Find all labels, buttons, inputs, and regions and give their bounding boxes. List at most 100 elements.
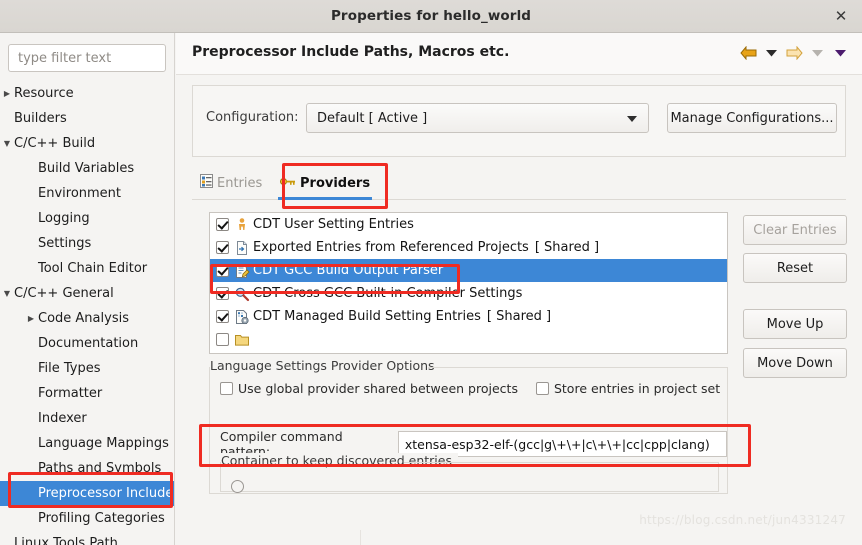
sidebar-item-logging[interactable]: Logging: [0, 206, 174, 231]
sidebar-item-label: Builders: [14, 111, 67, 126]
more-menu-chevron-down-icon[interactable]: [830, 42, 850, 64]
sidebar-item-build-variables[interactable]: Build Variables: [0, 156, 174, 181]
back-arrow-icon[interactable]: [738, 42, 758, 64]
sidebar-item-tool-chain-editor[interactable]: Tool Chain Editor: [0, 256, 174, 281]
provider-row[interactable]: CDT Cross GCC Built-in Compiler Settings: [210, 282, 727, 305]
chevron-down-icon: [627, 116, 637, 122]
sidebar-item-label: Formatter: [38, 386, 103, 401]
provider-row[interactable]: [210, 328, 727, 351]
options-checkbox-row: Use global provider shared between proje…: [220, 381, 720, 396]
folder-icon: [234, 332, 250, 348]
sidebar-item-label: C/C++ General: [14, 286, 114, 301]
tab-entries[interactable]: Entries: [192, 166, 270, 200]
provider-row[interactable]: CDT User Setting Entries: [210, 213, 727, 236]
provider-checkbox[interactable]: [216, 287, 229, 300]
provider-row[interactable]: CDT GCC Build Output Parser: [210, 259, 727, 282]
provider-checkbox[interactable]: [216, 241, 229, 254]
page-bottom-frame: [360, 530, 862, 545]
sidebar-item-paths-and-symbols[interactable]: Paths and Symbols: [0, 456, 174, 481]
chevron-right-icon[interactable]: ▶: [25, 313, 37, 325]
manage-configurations-button[interactable]: Manage Configurations...: [667, 103, 837, 133]
sidebar-item-preprocessor-include[interactable]: Preprocessor Include: [0, 481, 174, 506]
store-entries-checkbox[interactable]: [535, 382, 549, 395]
sidebar-item-code-analysis[interactable]: ▶ Code Analysis: [0, 306, 174, 331]
configuration-select[interactable]: Default [ Active ]: [306, 103, 649, 133]
provider-checkbox[interactable]: [216, 333, 229, 346]
sidebar-item-documentation[interactable]: Documentation: [0, 331, 174, 356]
sidebar-item-file-types[interactable]: File Types: [0, 356, 174, 381]
provider-row[interactable]: CDT Managed Build Setting Entries [ Share…: [210, 305, 727, 328]
tab-entries-label: Entries: [217, 175, 263, 191]
settings-tree: ▶ Resource Builders ▼ C/C++ Build Build Varia…: [0, 81, 174, 545]
close-icon[interactable]: ✕: [830, 5, 852, 27]
filter-input[interactable]: type filter text: [8, 44, 166, 72]
container-radio-option[interactable]: [231, 480, 244, 493]
compiler-command-pattern-value: xtensa-esp32-elf-(gcc|g\+\+|c\+\+|cc|cpp…: [404, 436, 710, 452]
provider-checkbox[interactable]: [216, 218, 229, 231]
provider-label: CDT User Setting Entries: [253, 217, 414, 232]
window-title-bar: Properties for hello_world ✕: [0, 0, 862, 33]
move-down-button[interactable]: Move Down: [743, 348, 847, 378]
sidebar-item-label: Indexer: [38, 411, 87, 426]
page-title: Preprocessor Include Paths, Macros etc.: [192, 44, 510, 60]
chevron-right-icon[interactable]: ▶: [1, 88, 13, 100]
container-group-title: Container to keep discovered entries: [221, 453, 458, 468]
back-menu-chevron-down-icon[interactable]: [761, 42, 781, 64]
clear-entries-button[interactable]: Clear Entries: [743, 215, 847, 245]
sidebar-item-c-c-general[interactable]: ▼ C/C++ General: [0, 281, 174, 306]
settings-tree-panel: type filter text ▶ Resource Builders ▼ C/C++…: [0, 33, 175, 545]
use-global-provider-label: Use global provider shared between proje…: [238, 381, 518, 396]
provider-label: CDT GCC Build Output Parser: [253, 263, 444, 278]
properties-dialog: Properties for hello_world ✕ type filter…: [0, 0, 862, 545]
sidebar-item-label: Documentation: [38, 336, 139, 351]
sidebar-item-label: Settings: [38, 236, 92, 251]
sidebar-item-language-mappings[interactable]: Language Mappings: [0, 431, 174, 456]
provider-checkbox[interactable]: [216, 264, 229, 277]
provider-checkbox[interactable]: [216, 310, 229, 323]
tab-providers[interactable]: Providers: [272, 166, 378, 200]
person-icon: [234, 217, 250, 233]
sidebar-item-label: Tool Chain Editor: [38, 261, 148, 276]
sidebar-item-label: C/C++ Build: [14, 136, 96, 151]
sidebar-item-label: Code Analysis: [38, 311, 129, 326]
export-page-icon: [234, 240, 250, 256]
gear-page-icon: [234, 309, 250, 325]
magnifier-icon: [234, 286, 250, 302]
watermark-text: https://blog.csdn.net/jun4331247: [639, 513, 846, 527]
chevron-down-icon[interactable]: ▼: [1, 288, 13, 300]
provider-shared-badge: [ Shared ]: [534, 240, 600, 255]
sidebar-item-c-c-build[interactable]: ▼ C/C++ Build: [0, 131, 174, 156]
forward-arrow-icon[interactable]: [784, 42, 804, 64]
sidebar-item-label: Language Mappings: [38, 436, 169, 451]
reset-button[interactable]: Reset: [743, 253, 847, 283]
chevron-down-icon[interactable]: ▼: [1, 138, 13, 150]
sidebar-item-label: Build Variables: [38, 161, 135, 176]
sidebar-item-profiling-categories[interactable]: Profiling Categories: [0, 506, 174, 531]
page-nav-toolbar: [738, 42, 850, 64]
provider-row[interactable]: Exported Entries from Referenced Project…: [210, 236, 727, 259]
sidebar-item-settings[interactable]: Settings: [0, 231, 174, 256]
sidebar-item-environment[interactable]: Environment: [0, 181, 174, 206]
configuration-group: Configuration: Default [ Active ] Manage…: [192, 85, 846, 157]
provider-label: Exported Entries from Referenced Project…: [253, 240, 529, 255]
provider-label: CDT Managed Build Setting Entries: [253, 309, 481, 324]
filter-placeholder-text: type filter text: [18, 50, 112, 66]
tab-strip: Entries Providers: [192, 166, 846, 200]
use-global-provider-checkbox[interactable]: [220, 382, 233, 395]
entries-list-icon: [200, 174, 213, 192]
sidebar-item-resource[interactable]: ▶ Resource: [0, 81, 174, 106]
move-up-button[interactable]: Move Up: [743, 309, 847, 339]
forward-menu-chevron-down-icon[interactable]: [807, 42, 827, 64]
sidebar-item-label: Preprocessor Include: [38, 486, 174, 501]
store-entries-label: Store entries in project set: [553, 381, 721, 396]
configuration-label: Configuration:: [206, 110, 299, 125]
sidebar-item-indexer[interactable]: Indexer: [0, 406, 174, 431]
sidebar-item-formatter[interactable]: Formatter: [0, 381, 174, 406]
key-icon: [280, 176, 296, 191]
sidebar-item-label: Paths and Symbols: [38, 461, 162, 476]
providers-list[interactable]: CDT User Setting Entries Exported Entries…: [209, 212, 728, 354]
options-group-title: Language Settings Provider Options: [210, 358, 441, 373]
sidebar-item-linux-tools-path[interactable]: Linux Tools Path: [0, 531, 174, 545]
page-header: Preprocessor Include Paths, Macros etc.: [176, 33, 862, 75]
sidebar-item-builders[interactable]: Builders: [0, 106, 174, 131]
